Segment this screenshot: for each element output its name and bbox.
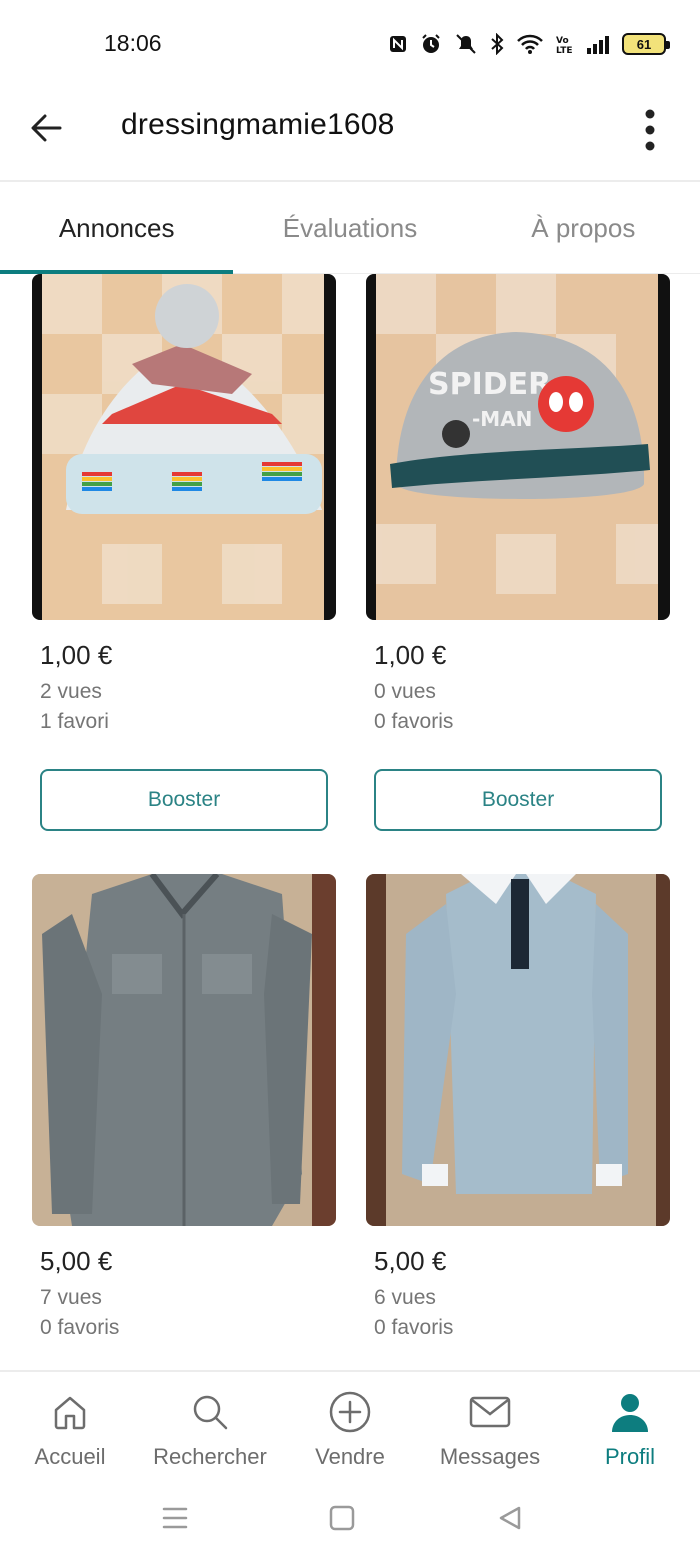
listing-views: 0 vues [374, 680, 436, 703]
nav-item-profil[interactable]: Profil [560, 1372, 700, 1482]
arrow-left-icon [31, 114, 62, 142]
signal-icon [586, 34, 610, 54]
status-bar: 18:06 Vo LTE 61 [0, 0, 700, 88]
bottom-navigation: Accueil Rechercher Vendre Messages Profi… [0, 1370, 700, 1480]
status-time: 18:06 [104, 30, 162, 56]
nav-label: Messages [439, 1444, 541, 1469]
profile-icon [608, 1390, 652, 1434]
system-navigation [0, 1480, 700, 1556]
nav-label: Rechercher [153, 1444, 267, 1469]
tab-annonces[interactable]: Annonces [0, 182, 234, 274]
tab-evaluations[interactable]: Évaluations [233, 182, 466, 274]
listing-views: 2 vues [40, 680, 102, 703]
booster-button[interactable]: Booster [374, 769, 662, 831]
nav-item-vendre[interactable]: Vendre [280, 1372, 420, 1482]
volte-icon: Vo LTE [556, 33, 574, 55]
mail-icon [468, 1390, 512, 1434]
tab-a-propos[interactable]: À propos [467, 182, 700, 274]
back-button[interactable] [20, 102, 72, 154]
svg-text:LTE: LTE [556, 46, 573, 55]
listing-views: 7 vues [40, 1286, 102, 1309]
nav-item-messages[interactable]: Messages [420, 1372, 560, 1482]
listing-price: 1,00 € [374, 640, 447, 670]
wifi-icon [516, 33, 544, 55]
listing-price: 5,00 € [374, 1246, 447, 1276]
home-icon [48, 1390, 92, 1434]
listing-favorites: 0 favoris [374, 1316, 454, 1339]
nav-label: Vendre [315, 1444, 385, 1469]
mute-icon [454, 33, 478, 55]
more-options-button[interactable] [624, 100, 676, 160]
back-triangle-icon[interactable] [490, 1498, 530, 1538]
nav-item-rechercher[interactable]: Rechercher [140, 1372, 280, 1482]
menu-icon[interactable] [155, 1498, 195, 1538]
alarm-icon [420, 33, 442, 55]
listing-price: 5,00 € [40, 1246, 113, 1276]
nav-label: Profil [604, 1444, 656, 1469]
listing-card[interactable]: 1,00 € 2 vues 1 favori Booster [32, 274, 336, 831]
svg-text:SPIDER: SPIDER [428, 367, 551, 402]
page-title: dressingmamie1608 [121, 108, 395, 141]
listing-price: 1,00 € [40, 640, 113, 670]
listing-favorites: 0 favoris [374, 710, 454, 733]
listing-card[interactable]: 5,00 € 7 vues 0 favoris [32, 874, 336, 1343]
listing-views: 6 vues [374, 1286, 436, 1309]
plus-circle-icon [328, 1390, 372, 1434]
svg-text:Vo: Vo [556, 36, 569, 46]
nav-item-accueil[interactable]: Accueil [0, 1372, 140, 1482]
listing-favorites: 0 favoris [40, 1316, 120, 1339]
listings-grid: 1,00 € 2 vues 1 favori Booster SPIDER -M… [0, 274, 700, 1370]
listing-card[interactable]: 5,00 € 6 vues 0 favoris [366, 874, 670, 1343]
listing-favorites: 1 favori [40, 710, 109, 733]
listing-image-grey-shirt[interactable] [32, 874, 336, 1226]
listing-image-blue-shirt[interactable] [366, 874, 670, 1226]
profile-header: dressingmamie1608 [0, 88, 700, 180]
listing-image-beanie[interactable] [32, 274, 336, 620]
bluetooth-icon [490, 33, 504, 55]
listing-card[interactable]: SPIDER -MAN 1,00 € 0 vues 0 favoris Boos… [366, 274, 670, 831]
booster-button[interactable]: Booster [40, 769, 328, 831]
more-vertical-icon [645, 109, 655, 151]
nfc-icon [388, 34, 408, 54]
battery-indicator: 61 [622, 33, 670, 55]
status-icons: Vo LTE 61 [388, 30, 670, 58]
profile-tabs: Annonces Évaluations À propos [0, 182, 700, 274]
search-icon [188, 1390, 232, 1434]
svg-text:-MAN: -MAN [472, 407, 532, 431]
home-button-icon[interactable] [322, 1498, 362, 1538]
listing-image-spiderman-beanie[interactable]: SPIDER -MAN [366, 274, 670, 620]
nav-label: Accueil [34, 1444, 106, 1469]
